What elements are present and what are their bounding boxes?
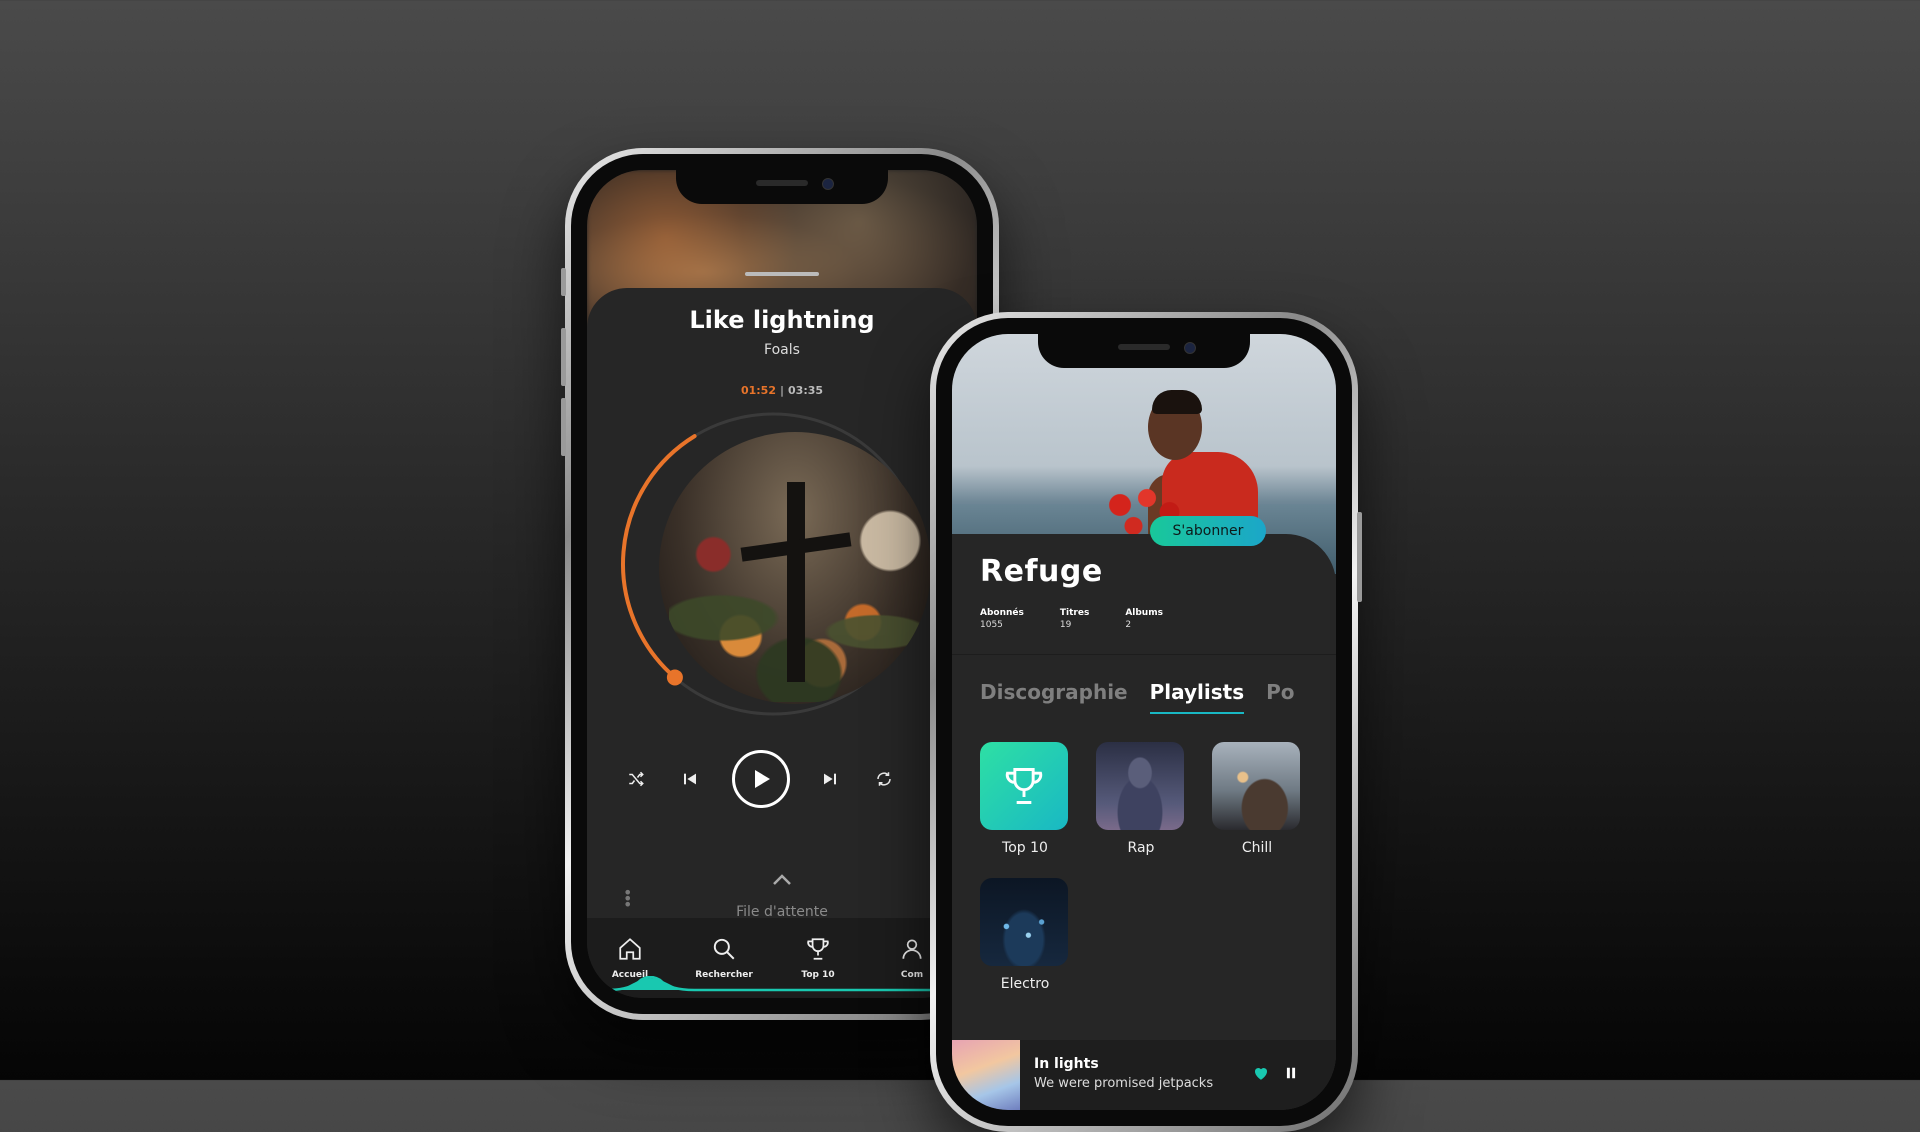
playlist-label: Electro — [1000, 976, 1050, 992]
pause-icon[interactable] — [1284, 1066, 1298, 1080]
power-button — [1357, 512, 1362, 602]
playlist-thumb — [980, 878, 1068, 966]
volume-up-button — [561, 328, 566, 386]
stat-albums: Albums 2 — [1125, 608, 1163, 630]
bottom-tab-bar: Accueil Rechercher Top 10 Com — [587, 918, 977, 998]
repeat-icon — [877, 772, 891, 786]
playlist-rap[interactable]: Rap — [1096, 742, 1186, 856]
player-screen: Like lightning Foals 01:52 | 03:35 • • •… — [587, 170, 977, 998]
shuffle-icon — [629, 771, 644, 787]
time-current: 01:52 — [740, 384, 776, 397]
stat-key: Abonnés — [980, 608, 1024, 618]
mini-player-subtitle: We were promised jetpacks — [1034, 1076, 1214, 1091]
divider — [952, 654, 1336, 655]
trophy-icon — [1005, 768, 1043, 804]
artist-phone: S'abonner Refuge Abonnés 1055 Titres 19 … — [930, 312, 1362, 1132]
playlist-top10[interactable]: Top 10 — [980, 742, 1070, 856]
stat-value: 1055 — [980, 620, 1003, 630]
time-separator: | — [779, 384, 785, 397]
stat-value: 19 — [1059, 620, 1072, 630]
tab-rechercher[interactable]: Rechercher — [689, 936, 759, 980]
artist-tabs: Discographie Playlists Po — [980, 680, 1317, 714]
playlist-thumb — [1096, 742, 1184, 830]
skip-back-icon — [684, 773, 696, 785]
repeat-button[interactable] — [871, 766, 897, 792]
tab-accueil[interactable]: Accueil — [595, 936, 665, 980]
stat-subscribers: Abonnés 1055 — [980, 608, 1024, 630]
play-icon — [755, 770, 770, 788]
playlist-electro[interactable]: Electro — [980, 878, 1070, 992]
sheet-drag-handle[interactable] — [745, 272, 819, 276]
play-button[interactable] — [732, 750, 790, 808]
playlist-label: Rap — [1127, 840, 1155, 856]
mini-player[interactable]: In lights We were promised jetpacks — [952, 1040, 1336, 1110]
shuffle-button[interactable] — [623, 766, 649, 792]
playlist-thumb — [980, 742, 1068, 830]
stat-key: Titres — [1059, 608, 1090, 618]
artist-stats: Abonnés 1055 Titres 19 Albums 2 — [980, 608, 1163, 630]
stat-key: Albums — [1125, 608, 1163, 618]
notch — [676, 170, 888, 204]
tab-top10[interactable]: Top 10 — [783, 936, 853, 980]
album-cover — [659, 432, 931, 704]
stat-tracks: Titres 19 — [1060, 608, 1089, 630]
tab-podcasts[interactable]: Po — [1266, 680, 1294, 704]
tab-playlists[interactable]: Playlists — [1149, 680, 1244, 714]
notch — [1038, 334, 1250, 368]
heart-filled-icon[interactable] — [1252, 1064, 1270, 1082]
user-icon — [902, 939, 922, 959]
artist-name: Refuge — [980, 554, 1103, 589]
playlist-chill[interactable]: Chill — [1212, 742, 1302, 856]
chevron-up-icon[interactable] — [772, 874, 792, 886]
playback-controls — [587, 750, 977, 810]
previous-button[interactable] — [677, 766, 703, 792]
artist-screen: S'abonner Refuge Abonnés 1055 Titres 19 … — [952, 334, 1336, 1110]
time-total: 03:35 — [788, 384, 824, 397]
subscribe-button[interactable]: S'abonner — [1150, 516, 1266, 546]
volume-down-button — [561, 398, 566, 456]
mini-player-title: In lights — [1034, 1056, 1099, 1072]
playlist-thumb — [1212, 742, 1300, 830]
tab-discographie[interactable]: Discographie — [980, 680, 1128, 704]
skip-forward-icon — [824, 773, 836, 785]
playlist-label: Top 10 — [1002, 840, 1048, 856]
home-icon — [619, 938, 641, 960]
time-readout: 01:52 | 03:35 — [587, 384, 977, 397]
active-tab-indicator — [587, 976, 977, 992]
mute-switch — [561, 268, 566, 296]
trophy-icon — [807, 938, 829, 960]
song-artist: Foals — [764, 342, 800, 358]
song-title: Like lightning — [689, 306, 875, 334]
mini-player-cover — [952, 1040, 1020, 1110]
next-button[interactable] — [817, 766, 843, 792]
playlist-label: Chill — [1241, 840, 1273, 856]
stat-value: 2 — [1125, 620, 1132, 630]
search-icon — [713, 938, 735, 960]
phone-bezel: S'abonner Refuge Abonnés 1055 Titres 19 … — [936, 318, 1352, 1126]
